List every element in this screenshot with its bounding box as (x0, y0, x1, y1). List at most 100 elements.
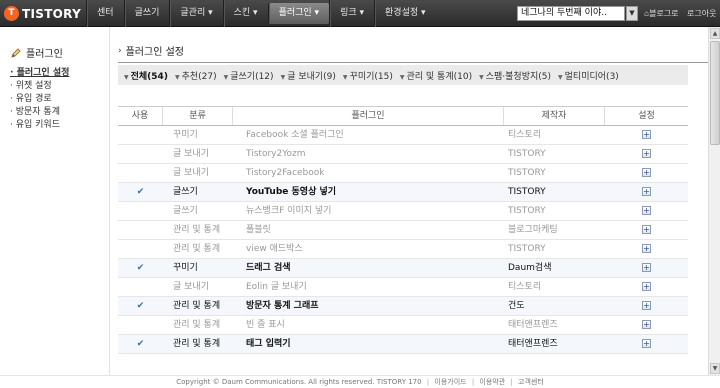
filter-decorate[interactable]: ▼ 꾸미기(15) (343, 69, 393, 82)
nav-center[interactable]: 센터 (86, 0, 124, 27)
footer-link-support[interactable]: 고객센터 (518, 378, 544, 386)
use-checkmark-icon[interactable] (118, 126, 163, 144)
plugin-settings-button[interactable]: + (642, 282, 651, 291)
plugin-name[interactable]: Tistory2Yozm (233, 145, 504, 163)
settings-cell: + (605, 278, 688, 296)
scroll-down-icon[interactable]: ▼ (710, 363, 720, 374)
table-row: ✔ 관리 및 통계 방문자 통계 그래프 건도 + (118, 297, 688, 316)
use-checkmark-icon[interactable] (118, 145, 163, 163)
plugin-category: 글 보내기 (173, 282, 209, 292)
plugin-name[interactable]: 태그 입력기 (233, 335, 504, 353)
use-checkmark-icon[interactable]: ✔ (118, 259, 163, 277)
sidebar-item-label: 유입 키워드 (15, 120, 60, 130)
use-checkmark-icon[interactable] (118, 278, 163, 296)
tistory-logo[interactable]: T TISTORY (4, 5, 81, 22)
tistory-logo-icon: T (4, 6, 19, 21)
use-checkmark-icon[interactable] (118, 240, 163, 258)
use-checkmark-icon[interactable]: ✔ (118, 297, 163, 315)
plugin-settings-button[interactable]: + (642, 225, 651, 234)
page-title: › 플러그인 설정 (118, 43, 184, 59)
vertical-scrollbar[interactable]: ▲ ▼ (708, 27, 720, 375)
plugin-name[interactable]: 뉴스뱅크F 이미지 넣기 (233, 202, 504, 220)
plugin-category: 글쓰기 (173, 187, 198, 197)
use-checkmark-icon[interactable]: ✔ (118, 183, 163, 201)
plugin-table: 사용 분류 플러그인 제작자 설정 꾸미기 Facebook 소셜 플러그인 티스토… (118, 106, 688, 354)
plugin-name[interactable]: Facebook 소셜 플러그인 (233, 126, 504, 144)
use-checkmark-icon[interactable] (118, 202, 163, 220)
table-header: 사용 분류 플러그인 제작자 설정 (118, 106, 688, 126)
plugin-settings-button[interactable]: + (642, 187, 651, 196)
filter-spam[interactable]: ▼ 스팸·불청방지(5) (479, 69, 551, 82)
settings-cell: + (605, 202, 688, 220)
go-to-blog-label: 블로그로 (649, 9, 679, 18)
nav-link[interactable]: 링크 ▾ (329, 0, 374, 27)
plugin-name[interactable]: 폴블릿 (233, 221, 504, 239)
scroll-up-icon[interactable]: ▲ (710, 28, 720, 39)
plugin-category: 관리 및 통계 (173, 320, 221, 330)
plugin-settings-button[interactable]: + (642, 168, 651, 177)
filter-recommended[interactable]: ▼ 추천(27) (175, 69, 217, 82)
footer-link-guide[interactable]: 이용가이드 (434, 378, 466, 386)
sidebar-item-visitor-stats[interactable]: · 방문자 통계 (10, 106, 69, 119)
tistory-logo-text: TISTORY (22, 6, 82, 21)
nav-skin[interactable]: 스킨 ▾ (222, 0, 268, 27)
plugin-settings-button[interactable]: + (642, 339, 651, 348)
filter-label: 꾸미기(15) (349, 71, 393, 82)
plugin-maker: Daum검색 (508, 263, 552, 273)
sidebar-item-plugin-settings[interactable]: · 플러그인 설정 (10, 67, 69, 80)
blog-select[interactable]: 네그나의 두번째 이야.. (517, 6, 625, 21)
plugin-category: 관리 및 통계 (173, 244, 221, 254)
go-to-blog-link[interactable]: ⌂블로그로 (644, 0, 679, 27)
plugin-maker: 태터앤프렌즈 (508, 320, 558, 330)
scrollbar-thumb[interactable] (710, 41, 720, 145)
nav-post-manage[interactable]: 글관리 ▾ (169, 0, 222, 27)
plugin-name[interactable]: 방문자 통계 그래프 (233, 297, 504, 315)
table-row: 글 보내기 Eolin 글 보내기 티스토리 + (118, 278, 688, 297)
filter-send[interactable]: ▼ 글 보내기(9) (281, 69, 336, 82)
pencil-icon (11, 47, 21, 58)
table-row: 글쓰기 뉴스뱅크F 이미지 넣기 TISTORY + (118, 202, 688, 221)
sidebar-item-label: 위젯 설정 (15, 81, 52, 91)
nav-plugin[interactable]: 플러그인 ▾ (267, 3, 330, 24)
use-checkmark-icon[interactable] (118, 164, 163, 182)
table-row: 꾸미기 Facebook 소셜 플러그인 티스토리 + (118, 126, 688, 145)
use-checkmark-icon[interactable] (118, 221, 163, 239)
plugin-name[interactable]: YouTube 동영상 넣기 (233, 183, 504, 201)
sidebar-item-widget-settings[interactable]: · 위젯 설정 (10, 80, 69, 93)
logout-link[interactable]: 로그아웃 (687, 0, 716, 27)
settings-cell: + (605, 259, 688, 277)
plugin-name[interactable]: view 애드박스 (233, 240, 504, 258)
settings-cell: + (605, 297, 688, 315)
use-checkmark-icon[interactable] (118, 316, 163, 334)
filter-write[interactable]: ▼ 글쓰기(12) (224, 69, 274, 82)
plugin-settings-button[interactable]: + (642, 130, 651, 139)
plugin-name[interactable]: 빈 즐 표시 (233, 316, 504, 334)
nav-settings[interactable]: 환경설정 ▾ (374, 0, 436, 27)
plugin-settings-button[interactable]: + (642, 149, 651, 158)
footer-separator: | (510, 378, 513, 386)
sidebar-item-referrer[interactable]: · 유입 경로 (10, 93, 69, 106)
footer-link-terms[interactable]: 이용약관 (479, 378, 505, 386)
plugin-name[interactable]: 드래그 검색 (233, 259, 504, 277)
plugin-settings-button[interactable]: + (642, 206, 651, 215)
plugin-maker: 블로그마케팅 (508, 225, 558, 235)
plugin-maker: TISTORY (508, 168, 546, 178)
filter-all[interactable]: ▼ 전체(54) (124, 69, 168, 82)
plugin-settings-button[interactable]: + (642, 244, 651, 253)
use-checkmark-icon[interactable]: ✔ (118, 335, 163, 353)
plugin-name[interactable]: Eolin 글 보내기 (233, 278, 504, 296)
caret-down-icon: ▼ (124, 73, 129, 81)
table-row: 관리 및 통계 폴블릿 블로그마케팅 + (118, 221, 688, 240)
footer: Copyright © Daum Communications. All rig… (0, 375, 720, 388)
plugin-settings-button[interactable]: + (642, 301, 651, 310)
plugin-settings-button[interactable]: + (642, 263, 651, 272)
table-row: ✔ 글쓰기 YouTube 동영상 넣기 TISTORY + (118, 183, 688, 202)
plugin-category: 글 보내기 (173, 168, 209, 178)
chevron-down-icon[interactable]: ▼ (626, 6, 638, 21)
filter-manage-stats[interactable]: ▼ 관리 및 통계(10) (400, 69, 472, 82)
plugin-settings-button[interactable]: + (642, 320, 651, 329)
nav-write[interactable]: 글쓰기 (123, 0, 170, 27)
sidebar-item-keywords[interactable]: · 유입 키워드 (10, 119, 69, 132)
plugin-name[interactable]: Tistory2Facebook (233, 164, 504, 182)
filter-multimedia[interactable]: ▼ 멀티미디어(3) (558, 69, 619, 82)
